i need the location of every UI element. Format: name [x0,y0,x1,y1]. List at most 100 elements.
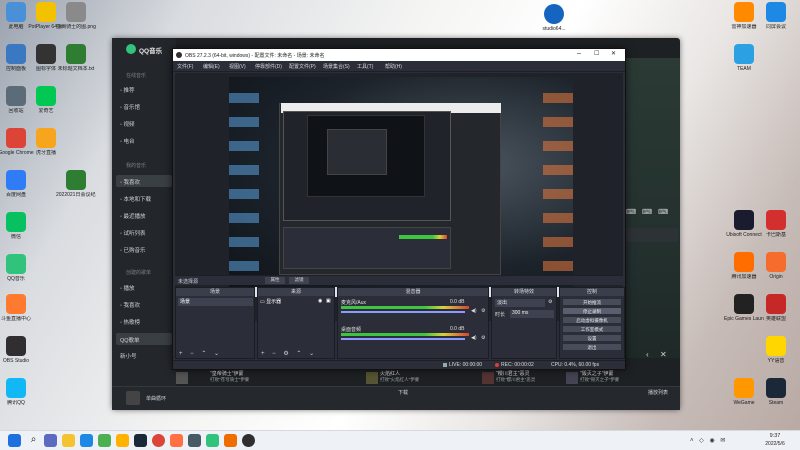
desktop-icon-9[interactable]: 虎牙直播 [26,128,66,172]
app-icon [734,378,754,398]
sidebar-mine-item-0[interactable]: ◦ 我喜欢 [120,178,140,186]
clock-time[interactable]: 9:37 [760,433,790,439]
source-item-display[interactable]: ▭ 显示器 ◉ ▣ [260,298,333,306]
task-view-icon[interactable] [44,434,57,447]
start-virtual-camera-button[interactable]: 启动虚拟摄像机 [562,316,622,324]
exit-button[interactable]: 退出 [562,343,622,351]
qq-song-row-1[interactable]: 火焰红人 打败"火焰红人"伊蒙 [366,370,466,386]
desktop-right-icon-11[interactable]: Steam [756,378,796,422]
scene-item[interactable]: 场景 [178,298,253,306]
settings-button[interactable]: 设置 [562,334,622,342]
desktop-icon-11[interactable]: 2022021日会议纪要.txt [56,170,96,214]
gear-icon[interactable]: ⚙ [548,299,552,305]
scene-add-remove-buttons[interactable]: + − ⌃ ⌄ [179,350,222,357]
desktop-right-icon-8[interactable]: 英雄联盟 [756,294,796,338]
sidebar-mine-item-3[interactable]: ◦ 试听列表 [120,229,146,237]
qq-song-row-0[interactable]: "皇帝骑士"伊蒙 打败"苍穹骑士"伊蒙 [176,370,276,386]
mic-volume-slider[interactable] [341,311,465,313]
app-taskbar-icon-2[interactable] [224,434,237,447]
stop-recording-button[interactable]: 停止录制 [562,307,622,315]
desktop-right-icon-9[interactable]: YY语音 [756,336,796,380]
sidebar-online-item-1[interactable]: ◦ 音乐馆 [120,103,140,111]
desktop-icon-2[interactable]: 亚洲骑士的图.png [56,2,96,46]
qq-scroll-controls[interactable] [626,228,678,242]
sidebar-online-item-0[interactable]: ◦ 推荐 [120,86,135,94]
system-tray-icons[interactable]: ˄ ◇ ◉ ✉ [690,437,727,444]
close-icon[interactable]: ✕ [611,50,616,57]
desktop-icon-12[interactable]: 微信 [0,212,36,256]
obs-window[interactable]: OBS 27.2.3 (64-bit, windows) - 配置文件: 未命名… [172,48,626,370]
speaker-icon[interactable]: ◀) [471,335,477,341]
file-explorer-icon[interactable] [62,434,75,447]
source-add-remove-buttons[interactable]: + − ⚙ ⌃ ⌄ [261,350,317,357]
chrome-taskbar-icon[interactable] [152,434,165,447]
start-streaming-button[interactable]: 开始推流 [562,298,622,306]
desktop-right-icon-2[interactable]: TEAM [724,44,764,88]
edge-icon[interactable] [80,434,93,447]
minimize-icon[interactable]: – [577,50,581,57]
duration-input[interactable]: 300 ms [510,310,554,318]
terminal-taskbar-icon[interactable] [188,434,201,447]
app-icon [734,44,754,64]
sidebar-online-item-3[interactable]: ◦ 电台 [120,137,135,145]
lock-icon[interactable]: ▣ [326,298,331,304]
qq-music-taskbar-icon[interactable] [206,434,219,447]
sidebar-item-label: 电台 [123,139,135,145]
app-taskbar-icon[interactable] [170,434,183,447]
folder-icon[interactable] [116,434,129,447]
close-icon[interactable]: ✕ [660,350,667,359]
obs-menu-item-0[interactable]: 文件(F) [177,63,193,70]
desktop-right-icon-4[interactable]: 卡巴斯基 [756,210,796,254]
sidebar-online-item-2[interactable]: ◦ 视频 [120,120,135,128]
store-icon[interactable] [98,434,111,447]
qq-song-row-3[interactable]: "毁灭之子"伊蒙 打败"毁灭之子"伊蒙 [566,370,666,386]
speaker-icon[interactable]: ◀) [471,308,477,314]
sidebar-mine-item-2[interactable]: ◦ 最近播放 [120,212,146,220]
studio-mode-button[interactable]: 工作室模式 [562,325,622,333]
desktop-icon-13[interactable]: QQ音乐 [0,254,36,298]
qq-carousel-arrows[interactable]: ⌨ ⌨ ⌨ [626,208,670,216]
desktop-volume-slider[interactable] [341,338,465,340]
sidebar-item-new-account[interactable]: 新小号 [120,352,137,360]
desktop-icon-10[interactable]: 百度网盘 [0,170,36,214]
download-button[interactable]: 下载 [398,389,408,396]
visibility-eye-icon[interactable]: ◉ [318,298,322,304]
chevron-left-icon[interactable]: ‹ [646,350,649,359]
obs-taskbar-icon[interactable] [242,434,255,447]
sidebar-created-item-0[interactable]: ◦ 播放 [120,284,135,292]
app-icon [6,212,26,232]
obs-menu-item-4[interactable]: 配置文件(P) [289,63,316,70]
obs-menu-item-2[interactable]: 视图(V) [229,63,246,70]
sidebar-created-item-1[interactable]: ◦ 我喜欢 [120,301,140,309]
desktop-icon-15[interactable]: OBS Studio [0,336,36,380]
sidebar-created-item-2[interactable]: ◦ 热歌榜 [120,318,140,326]
obs-menu-item-3[interactable]: 停靠部件(D) [255,63,282,70]
steam-taskbar-icon[interactable] [134,434,147,447]
clock-date[interactable]: 2022/5/6 [756,441,794,447]
desktop-icon-5[interactable]: 未标题文档本.txt [56,44,96,88]
obs-menu-item-7[interactable]: 帮助(H) [385,63,402,70]
obs-menu-item-5[interactable]: 场景集合(S) [323,63,350,70]
start-menu-icon[interactable] [8,434,21,447]
gear-icon[interactable]: ⚙ [481,308,485,314]
search-icon[interactable]: ⌕ [27,434,40,447]
obs-menu-item-6[interactable]: 工具(T) [357,63,373,70]
desktop-right-icon-6[interactable]: Origin [756,252,796,296]
properties-button[interactable]: 属性 [265,277,285,284]
maximize-icon[interactable]: ☐ [594,50,599,57]
sidebar-mine-item-4[interactable]: ◦ 已购音乐 [120,246,146,254]
desktop-right-icon-1[interactable]: 同屏会议 [756,2,796,46]
section-my-music: 我的音乐 [126,163,147,169]
obs-menu-item-1[interactable]: 编辑(E) [203,63,220,70]
desktop-icon-16[interactable]: 腾讯QQ [0,378,36,422]
gear-icon[interactable]: ⚙ [481,335,485,341]
transition-type-select[interactable]: 淡出 [495,299,545,307]
desktop-icon-7[interactable]: 爱奇艺 [26,86,66,130]
now-playing-cover[interactable] [126,391,140,405]
filters-button[interactable]: 滤镜 [289,277,309,284]
sidebar-item-qq-playlist[interactable]: QQ歌单 [120,336,140,344]
playlist-button[interactable]: 播放列表 [648,389,668,396]
sidebar-mine-item-1[interactable]: ◦ 本地和下载 [120,195,151,203]
desktop-icon-14[interactable]: 斗鱼直播中心 [0,294,36,338]
desktop-icon-label: studio64... [542,26,566,32]
